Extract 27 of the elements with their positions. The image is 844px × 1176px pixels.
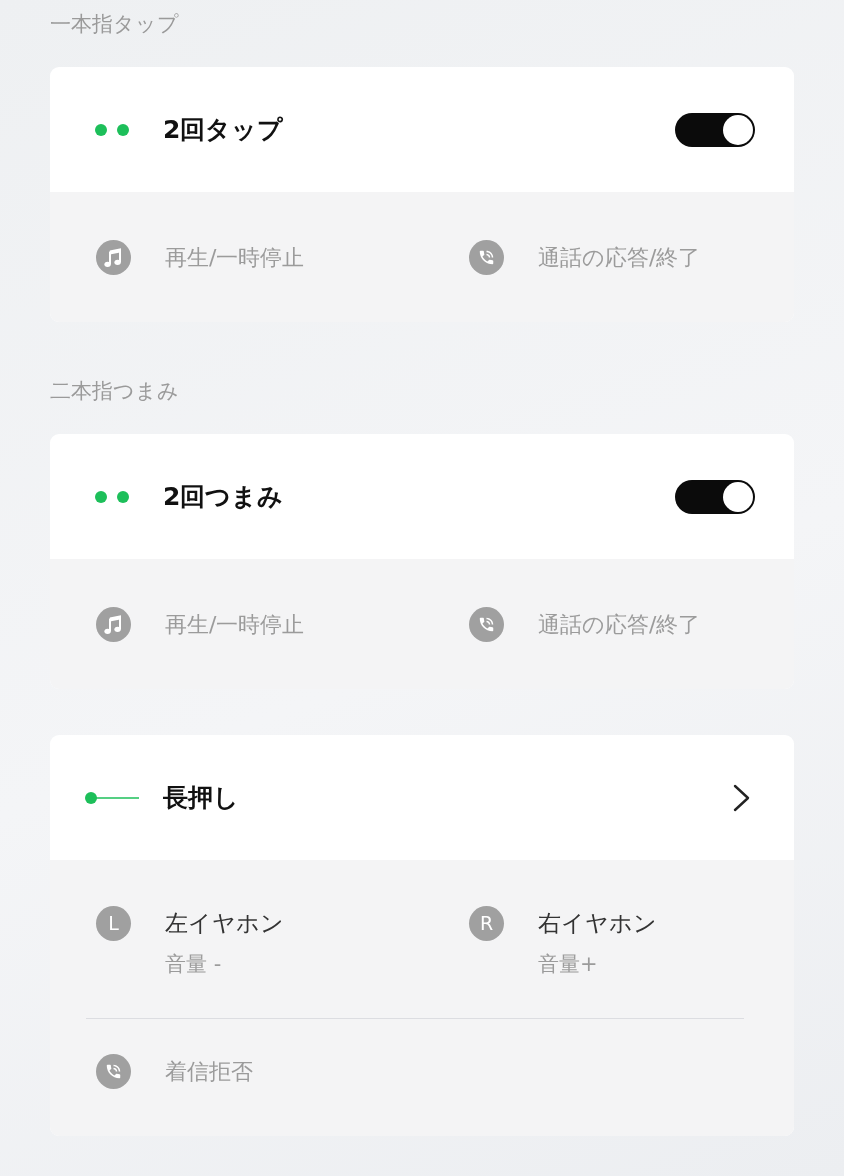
- toggle-switch[interactable]: [675, 112, 755, 147]
- chevron-right-icon[interactable]: [733, 783, 751, 812]
- earbud-side-badge: L: [96, 906, 131, 941]
- section-heading: 一本指タップ: [50, 11, 179, 38]
- music-note-icon: [96, 607, 131, 642]
- phone-icon: [96, 1054, 131, 1089]
- earbud-name: 左イヤホン: [165, 909, 284, 938]
- dot-line-icon: [85, 791, 139, 804]
- phone-icon: [469, 240, 504, 275]
- action-label: 再生/一時停止: [165, 610, 305, 639]
- gesture-title: 長押し: [163, 781, 239, 814]
- action-label: 通話の応答/終了: [538, 243, 701, 272]
- earbud-action: 音量 -: [165, 951, 222, 978]
- section-heading: 二本指つまみ: [50, 378, 179, 405]
- action-label: 着信拒否: [165, 1057, 253, 1086]
- gesture-title: 2回つまみ: [163, 480, 284, 513]
- music-note-icon: [96, 240, 131, 275]
- action-label: 通話の応答/終了: [538, 610, 701, 639]
- earbud-name: 右イヤホン: [538, 909, 657, 938]
- phone-icon: [469, 607, 504, 642]
- gesture-title: 2回タップ: [163, 113, 284, 146]
- double-dot-icon: [95, 490, 129, 503]
- earbud-action: 音量+: [538, 951, 598, 978]
- earbud-side-badge: R: [469, 906, 504, 941]
- double-dot-icon: [95, 123, 129, 136]
- action-label: 再生/一時停止: [165, 243, 305, 272]
- toggle-switch[interactable]: [675, 479, 755, 514]
